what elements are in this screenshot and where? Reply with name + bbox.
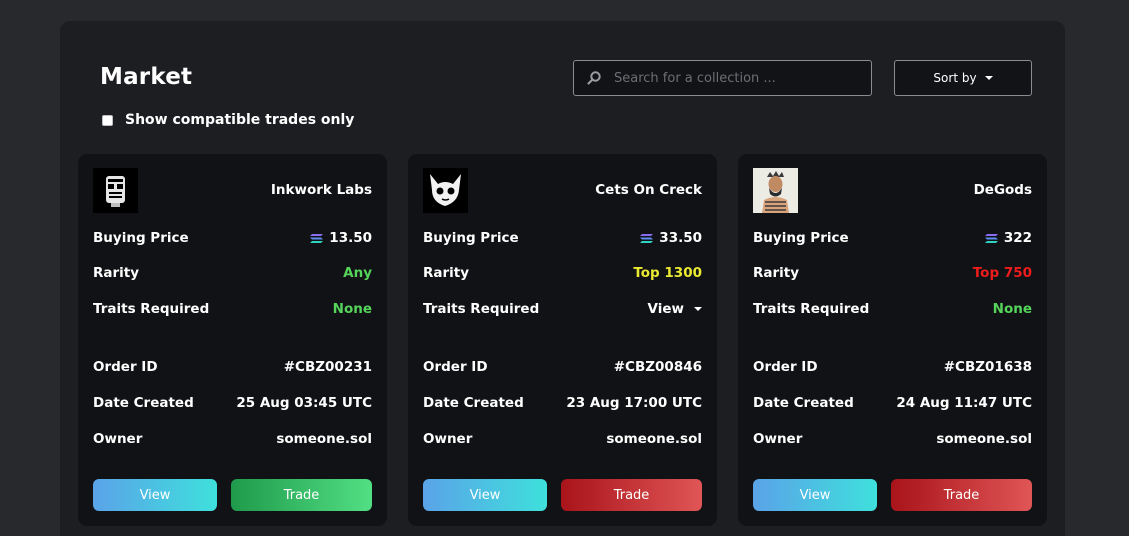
traits-value: None: [992, 301, 1032, 317]
traits-row: Traits Required View: [423, 301, 702, 317]
owner-value: someone.sol: [606, 431, 702, 447]
traits-label: Traits Required: [93, 301, 210, 317]
rarity-value: Top 750: [972, 265, 1032, 281]
owner-label: Owner: [423, 431, 473, 447]
price-value: 33.50: [659, 230, 702, 246]
buying-price-row: Buying Price 33.50: [423, 230, 702, 246]
traits-view-dropdown[interactable]: View: [648, 301, 702, 317]
traits-value: View: [647, 301, 684, 317]
rarity-value: Any: [343, 265, 372, 281]
rarity-row: Rarity Top 750: [753, 265, 1032, 281]
price-value: 13.50: [329, 230, 372, 246]
order-id-label: Order ID: [753, 359, 818, 375]
chevron-down-icon: [694, 307, 702, 311]
date-label: Date Created: [753, 395, 854, 411]
order-id-row: Order ID #CBZ00846: [423, 359, 702, 375]
owner-row: Owner someone.sol: [93, 431, 372, 447]
owner-label: Owner: [753, 431, 803, 447]
collection-name: Inkwork Labs: [270, 182, 372, 198]
sort-by-button[interactable]: Sort by: [894, 60, 1032, 96]
owner-value: someone.sol: [276, 431, 372, 447]
date-label: Date Created: [93, 395, 194, 411]
view-button[interactable]: View: [423, 479, 547, 511]
traits-label: Traits Required: [423, 301, 540, 317]
traits-row: Traits Required None: [753, 301, 1032, 317]
search-input[interactable]: [614, 70, 854, 86]
traits-label: Traits Required: [753, 301, 870, 317]
buying-price-label: Buying Price: [423, 230, 519, 246]
owner-value: someone.sol: [936, 431, 1032, 447]
date-row: Date Created 25 Aug 03:45 UTC: [93, 395, 372, 411]
market-card: DeGods Buying Price 322 Rarity Top 750 T…: [738, 154, 1047, 526]
search-icon: [574, 70, 614, 86]
collection-name: Cets On Creck: [595, 182, 702, 198]
solana-icon: [984, 233, 998, 243]
collection-name: DeGods: [973, 182, 1032, 198]
order-id-label: Order ID: [423, 359, 488, 375]
owner-row: Owner someone.sol: [753, 431, 1032, 447]
date-label: Date Created: [423, 395, 524, 411]
buying-price-label: Buying Price: [753, 230, 849, 246]
date-value: 24 Aug 11:47 UTC: [896, 395, 1032, 411]
collection-logo-cets: [423, 168, 468, 213]
order-id-row: Order ID #CBZ01638: [753, 359, 1032, 375]
buying-price-label: Buying Price: [93, 230, 189, 246]
solana-icon: [640, 233, 654, 243]
search-box[interactable]: [573, 60, 872, 96]
collection-logo-degods: [753, 168, 798, 213]
date-row: Date Created 23 Aug 17:00 UTC: [423, 395, 702, 411]
buying-price-row: Buying Price 322: [753, 230, 1032, 246]
sort-by-label: Sort by: [933, 71, 977, 85]
order-id-row: Order ID #CBZ00231: [93, 359, 372, 375]
chevron-down-icon: [984, 76, 993, 80]
rarity-label: Rarity: [423, 265, 470, 281]
view-button[interactable]: View: [93, 479, 217, 511]
rarity-row: Rarity Any: [93, 265, 372, 281]
view-button[interactable]: View: [753, 479, 877, 511]
order-id-label: Order ID: [93, 359, 158, 375]
rarity-value: Top 1300: [633, 265, 702, 281]
owner-label: Owner: [93, 431, 143, 447]
market-card: Cets On Creck Buying Price 33.50 Rarity …: [408, 154, 717, 526]
page-title: Market: [100, 64, 193, 90]
collection-logo-inkwork: [93, 168, 138, 213]
date-value: 23 Aug 17:00 UTC: [566, 395, 702, 411]
checkbox-box[interactable]: [102, 114, 113, 126]
price-value: 322: [1003, 230, 1032, 246]
rarity-row: Rarity Top 1300: [423, 265, 702, 281]
owner-row: Owner someone.sol: [423, 431, 702, 447]
buying-price-row: Buying Price 13.50: [93, 230, 372, 246]
order-id-value: #CBZ00231: [283, 359, 372, 375]
trade-button[interactable]: Trade: [561, 479, 702, 511]
date-value: 25 Aug 03:45 UTC: [236, 395, 372, 411]
traits-value: None: [332, 301, 372, 317]
rarity-label: Rarity: [753, 265, 800, 281]
market-card: Inkwork Labs Buying Price 13.50 Rarity A…: [78, 154, 387, 526]
trade-button[interactable]: Trade: [231, 479, 372, 511]
rarity-label: Rarity: [93, 265, 140, 281]
compatible-trades-checkbox[interactable]: Show compatible trades only: [102, 112, 354, 128]
solana-icon: [310, 233, 324, 243]
trade-button[interactable]: Trade: [891, 479, 1032, 511]
order-id-value: #CBZ00846: [613, 359, 702, 375]
date-row: Date Created 24 Aug 11:47 UTC: [753, 395, 1032, 411]
traits-row: Traits Required None: [93, 301, 372, 317]
compatible-trades-label: Show compatible trades only: [125, 112, 355, 128]
order-id-value: #CBZ01638: [943, 359, 1032, 375]
